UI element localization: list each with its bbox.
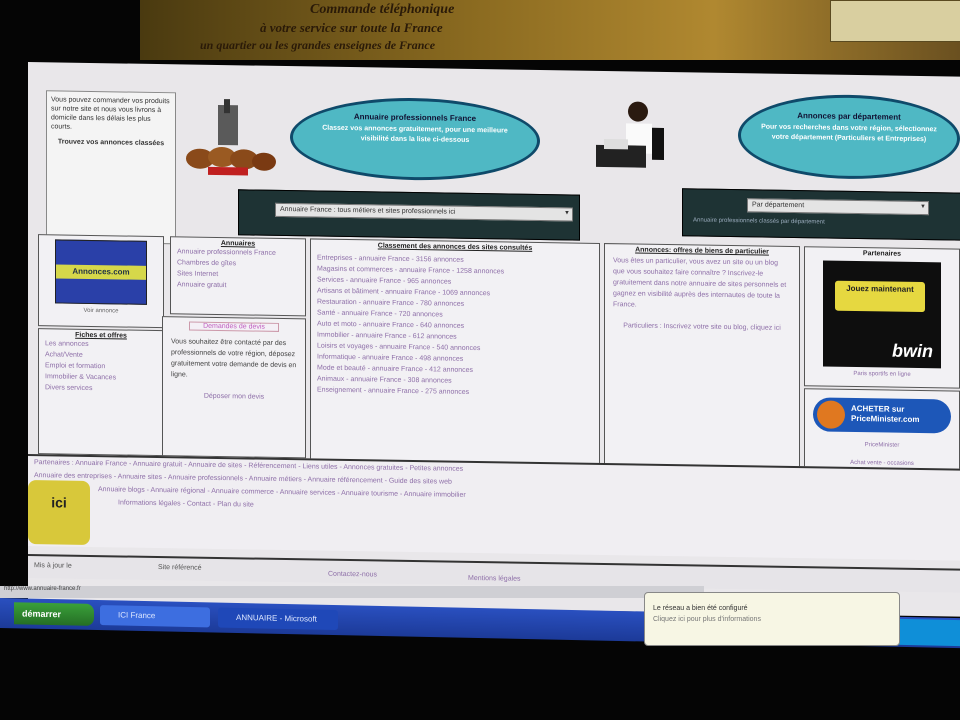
chevron-down-icon: ▼ xyxy=(920,204,926,211)
top-ad-box[interactable] xyxy=(830,0,960,42)
bottom-contact-link[interactable]: Contactez-nous xyxy=(328,571,377,579)
classement-title: Classement des annonces des sites consul… xyxy=(377,242,533,252)
fiches-list: Les annonces Achat/Vente Emploi et formati… xyxy=(39,338,163,395)
bwin-cta[interactable]: Jouez maintenant xyxy=(835,280,925,313)
status-url: http://www.annuaire-france.fr xyxy=(0,586,704,598)
annuaires-item[interactable]: Annuaire gratuit xyxy=(171,279,305,292)
select-annuaire-bar: Annuaire France : tous métiers et sites … xyxy=(238,189,580,241)
bottom-legal-link[interactable]: Mentions légales xyxy=(468,575,521,583)
ici-button[interactable]: ici xyxy=(28,480,90,545)
top-banner-line2: à votre service sur toute la France xyxy=(260,20,443,35)
select-annuaire[interactable]: Annuaire France : tous métiers et sites … xyxy=(275,202,573,222)
devis-title: Demandes de devis xyxy=(189,321,279,332)
bubble-departement-text: Pour vos recherches dans votre région, s… xyxy=(761,123,937,144)
top-banner-line1: Commande téléphonique xyxy=(310,2,455,17)
classement-panel: Classement des annonces des sites consul… xyxy=(310,238,600,473)
intro-bold-link[interactable]: Trouvez vos annonces classées xyxy=(51,137,171,148)
taskbar-item-1[interactable]: ICI France xyxy=(100,605,210,628)
fiches-panel: Fiches et offres Les annonces Achat/Vente… xyxy=(38,328,164,457)
devis-link[interactable]: Déposer mon devis xyxy=(163,392,305,401)
annuaires-list: Annuaire professionnels France Chambres d… xyxy=(171,246,305,292)
intro-box: Vous pouvez commander vos produits sur n… xyxy=(46,90,176,245)
select-departement-bar: Par département ▼ Annuaire professionnel… xyxy=(682,188,960,241)
notification-line-2[interactable]: Cliquez ici pour plus d'informations xyxy=(653,616,891,623)
annonces-link[interactable]: Voir annonce xyxy=(39,307,163,315)
browser-page: Vous pouvez commander vos produits sur n… xyxy=(28,62,960,617)
bubble-annuaire-text: Classez vos annonces gratuitement, pour … xyxy=(322,124,508,144)
partner-annonces-box: Annonces.com Voir annonce xyxy=(38,234,164,329)
intro-text: Vous pouvez commander vos produits sur n… xyxy=(51,96,170,131)
annonces-banner-text: Annonces.com xyxy=(56,264,146,280)
notification-line-1: Le réseau a bien été configuré xyxy=(653,605,748,612)
bubble-annuaire[interactable]: Annuaire professionnels France Classez v… xyxy=(290,96,540,183)
start-button[interactable]: démarrer xyxy=(14,602,94,626)
annonces-footer-link[interactable]: Particuliers : Inscrivez votre site ou b… xyxy=(605,318,799,336)
bubble-annuaire-title: Annuaire professionnels France xyxy=(353,112,477,124)
top-banner-line3: un quartier ou les grandes enseignes de … xyxy=(200,38,436,52)
chevron-down-icon: ▼ xyxy=(564,210,570,217)
partners-panel: Partenaires Jouez maintenant bwin Paris … xyxy=(804,246,960,389)
partners-title: Partenaires xyxy=(862,250,902,258)
fiches-item[interactable]: Divers services xyxy=(39,382,163,395)
classement-list: Entreprises - annuaire France - 3156 ann… xyxy=(311,252,599,400)
bottom-updated: Mis à jour le xyxy=(34,562,72,570)
annonces-text: Vous êtes un particulier, vous avez un s… xyxy=(613,257,787,309)
taskbar-item-2[interactable]: ANNUAIRE - Microsoft xyxy=(218,607,338,631)
annuaires-panel: Annuaires Annuaire professionnels France… xyxy=(170,236,306,317)
bottom-site: Site référencé xyxy=(158,564,202,572)
potatoes-illustration-icon xyxy=(178,96,278,178)
devis-text: Vous souhaitez être contacté par des pro… xyxy=(171,338,297,379)
notification-balloon[interactable]: Le réseau a bien été configuré Cliquez i… xyxy=(644,592,900,646)
bwin-caption[interactable]: Paris sportifs en ligne xyxy=(805,370,959,378)
bwin-ad[interactable]: Jouez maintenant bwin xyxy=(823,260,941,369)
worker-illustration-icon xyxy=(592,97,672,178)
select-departement-value: Par département xyxy=(752,201,805,210)
bubble-departement[interactable]: Annonces par département Pour vos recher… xyxy=(738,93,960,181)
top-banner: Commande téléphonique à votre service su… xyxy=(140,0,960,60)
bwin-logo: bwin xyxy=(892,340,933,362)
departement-link[interactable]: Annuaire professionnels classés par dépa… xyxy=(693,217,825,225)
select-annuaire-value: Annuaire France : tous métiers et sites … xyxy=(280,205,456,216)
devis-panel: Demandes de devis Vous souhaitez être co… xyxy=(162,316,306,459)
footer-links: Partenaires : Annuaire France - Annuaire… xyxy=(28,454,960,561)
acheter-ad[interactable]: ACHETER sur PriceMinister.com xyxy=(813,397,951,434)
header-banner: Vous pouvez commander vos produits sur n… xyxy=(28,74,960,249)
acheter-caption[interactable]: PriceMinister xyxy=(805,441,959,449)
annonces-panel: Annonces: offres de biens de particulier… xyxy=(604,243,800,481)
acheter-text: ACHETER sur PriceMinister.com xyxy=(851,403,920,425)
select-departement[interactable]: Par département ▼ xyxy=(747,198,929,216)
shopping-icon xyxy=(817,400,845,429)
annonces-banner[interactable]: Annonces.com xyxy=(55,239,147,305)
bubble-departement-title: Annonces par département xyxy=(797,111,901,122)
